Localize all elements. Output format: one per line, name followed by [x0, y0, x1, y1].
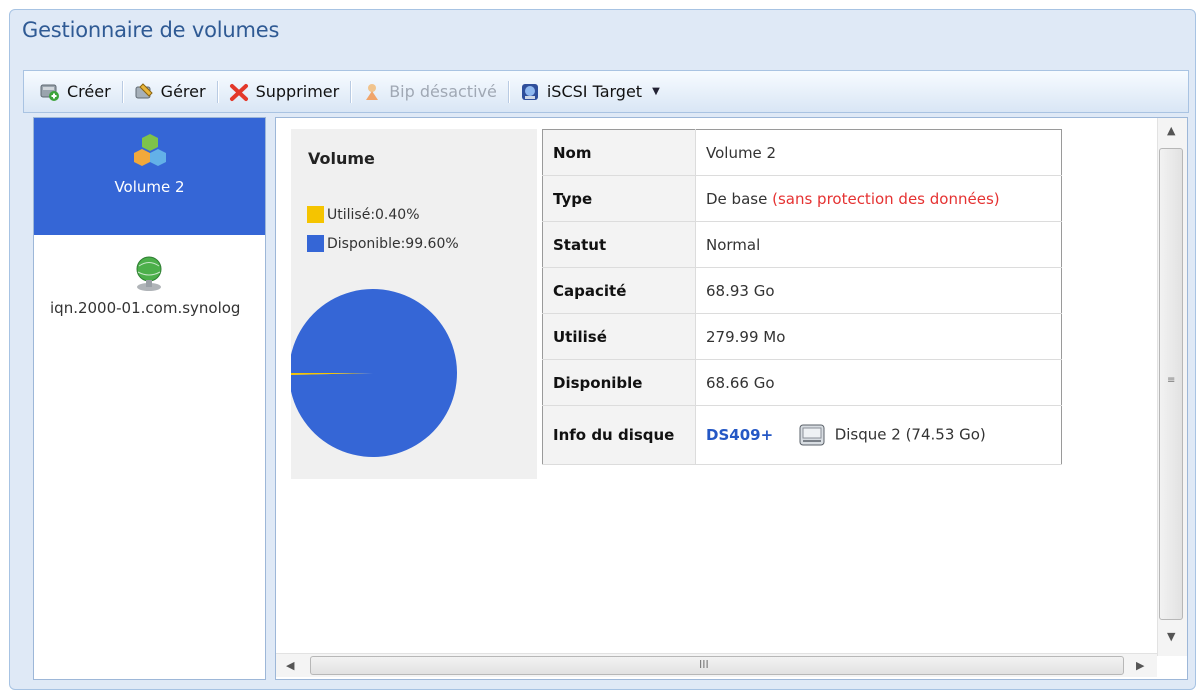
- scroll-right-icon[interactable]: ▶: [1136, 659, 1144, 672]
- beep-label: Bip désactivé: [389, 82, 497, 101]
- detail-value: De base: [706, 189, 768, 208]
- protection-warning: (sans protection des données): [772, 189, 1000, 208]
- detail-row-status: Statut Normal: [542, 221, 1062, 268]
- detail-row-capacity: Capacité 68.93 Go: [542, 267, 1062, 314]
- manage-label: Gérer: [160, 82, 206, 101]
- toolbar-separator: [121, 80, 123, 103]
- grip-icon: ≡: [1167, 375, 1176, 386]
- pie-chart: [291, 289, 457, 457]
- detail-key: Disponible: [542, 359, 696, 406]
- volume-list: Volume 2 iqn.2000-01.com.synolog: [33, 117, 266, 680]
- detail-key: Type: [542, 175, 696, 222]
- beep-off-button[interactable]: Bip désactivé: [362, 82, 497, 102]
- create-volume-icon: [40, 82, 60, 102]
- detail-row-available: Disponible 68.66 Go: [542, 359, 1062, 406]
- detail-value: 279.99 Mo: [695, 313, 1062, 360]
- detail-value: Normal: [695, 221, 1062, 268]
- detail-value: 68.93 Go: [695, 267, 1062, 314]
- toolbar-separator: [507, 80, 509, 103]
- detail-key: Nom: [542, 129, 696, 176]
- detail-value: Volume 2: [695, 129, 1062, 176]
- vertical-scroll-thumb[interactable]: ≡: [1159, 148, 1183, 620]
- detail-row-type: Type De base (sans protection des donnée…: [542, 175, 1062, 222]
- sidebar-item-label: Volume 2: [114, 178, 185, 196]
- volume-details-table: Nom Volume 2 Type De base (sans protecti…: [542, 129, 1062, 465]
- window-title: Gestionnaire de volumes: [22, 18, 280, 42]
- horizontal-scroll-thumb[interactable]: III: [310, 656, 1124, 675]
- manage-wrench-icon: [134, 82, 154, 102]
- delete-button[interactable]: Supprimer: [229, 82, 340, 102]
- volume-cubes-icon: [133, 134, 166, 166]
- scroll-up-icon[interactable]: ▲: [1167, 124, 1175, 137]
- sidebar-item-volume-2[interactable]: Volume 2: [34, 118, 265, 235]
- chevron-down-icon: ▼: [652, 86, 660, 97]
- horizontal-scrollbar[interactable]: ◀ III ▶: [276, 653, 1157, 677]
- iscsi-target-icon: [520, 82, 540, 102]
- sidebar-item-label: iqn.2000-01.com.synolog: [50, 299, 241, 317]
- pie-slice-disponible: [291, 289, 457, 457]
- disk-description: Disque 2 (74.53 Go): [834, 425, 986, 444]
- iscsi-globe-icon: [136, 256, 162, 291]
- beep-icon: [362, 82, 382, 102]
- delete-label: Supprimer: [255, 82, 340, 101]
- detail-value-cell: De base (sans protection des données): [695, 175, 1062, 222]
- detail-value: 68.66 Go: [695, 359, 1062, 406]
- detail-row-name: Nom Volume 2: [542, 129, 1062, 176]
- detail-key: Info du disque: [542, 405, 696, 465]
- detail-row-disk-info: Info du disque DS409+ Disque 2 (74.53 Go…: [542, 405, 1062, 465]
- detail-row-used: Utilisé 279.99 Mo: [542, 313, 1062, 360]
- create-label: Créer: [67, 82, 111, 101]
- iscsi-target-label: iSCSI Target: [546, 82, 643, 101]
- create-button[interactable]: Créer: [40, 82, 111, 102]
- detail-key: Capacité: [542, 267, 696, 314]
- ds409-link[interactable]: DS409+: [706, 426, 773, 444]
- toolbar-separator: [216, 80, 218, 103]
- usage-chart: Volume Utilisé:0.40% Disponible:99.60%: [291, 129, 537, 479]
- scroll-left-icon[interactable]: ◀: [286, 659, 294, 672]
- vertical-scrollbar[interactable]: ▲ ≡ ▼: [1157, 118, 1187, 656]
- manage-button[interactable]: Gérer: [134, 82, 206, 102]
- detail-value-cell: DS409+ Disque 2 (74.53 Go): [695, 405, 1062, 465]
- toolbar: Créer Gérer Supprimer Bip désactivé iSCS…: [23, 70, 1189, 113]
- sidebar-item-iscsi-target[interactable]: iqn.2000-01.com.synolog: [34, 235, 265, 345]
- detail-key: Statut: [542, 221, 696, 268]
- toolbar-separator: [350, 80, 352, 103]
- detail-key: Utilisé: [542, 313, 696, 360]
- delete-x-icon: [229, 82, 249, 102]
- iscsi-target-menu[interactable]: iSCSI Target ▼: [520, 82, 660, 102]
- scroll-down-icon[interactable]: ▼: [1167, 630, 1175, 643]
- hard-disk-icon: [799, 424, 825, 446]
- grip-icon: III: [699, 658, 709, 671]
